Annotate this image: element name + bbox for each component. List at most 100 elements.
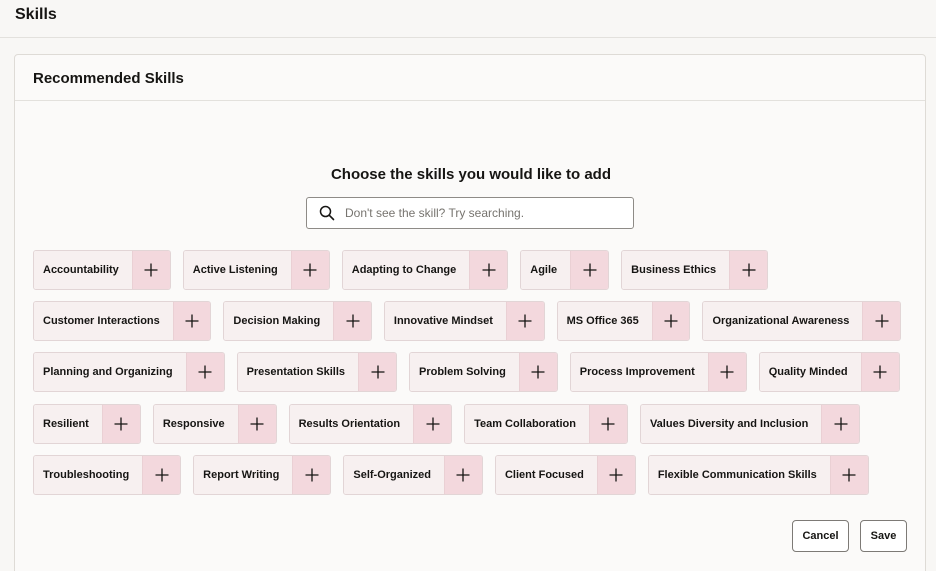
add-skill-button[interactable] [358, 353, 396, 392]
skill-chip: Report Writing [193, 454, 332, 495]
add-skill-button[interactable] [829, 455, 868, 494]
add-skill-button[interactable] [292, 455, 331, 494]
skill-chip-label: Active Listening [183, 251, 291, 289]
card-title: Recommended Skills [33, 70, 184, 87]
add-skill-button[interactable] [651, 302, 690, 341]
skill-chip: Accountability [33, 250, 171, 290]
skill-chip-label: Responsive [153, 404, 238, 443]
add-skill-button[interactable] [707, 353, 746, 392]
skill-chip-label: Values Diversity and Inclusion [640, 404, 822, 443]
skill-chip: Client Focused [494, 454, 636, 495]
skill-chip-label: Adapting to Change [342, 251, 470, 289]
skill-chip-row: Customer Interactions Decision Making Inno… [33, 301, 913, 342]
skill-chip-row: Accountability Active Listening Adapting t… [33, 250, 913, 290]
skill-search-input[interactable] [345, 198, 625, 228]
skill-chip-label: Troubleshooting [34, 455, 143, 494]
plus-icon [250, 417, 264, 431]
plus-icon [531, 365, 545, 379]
plus-icon [456, 468, 470, 482]
cancel-button[interactable]: Cancel [792, 520, 849, 552]
skill-chip-row: Troubleshooting Report Writing Self-Organi… [33, 454, 913, 495]
skill-chip-label: Presentation Skills [237, 353, 358, 392]
plus-icon [114, 417, 128, 431]
skill-chip: Adapting to Change [341, 250, 509, 290]
skill-chip-label: Decision Making [224, 302, 334, 341]
skill-chip-label: Organizational Awareness [703, 302, 863, 341]
skill-chip: Team Collaboration [464, 403, 628, 444]
add-skill-button[interactable] [142, 455, 181, 494]
add-skill-button[interactable] [413, 404, 452, 443]
plus-icon [583, 263, 597, 277]
skill-chip-label: Self-Organized [344, 455, 444, 494]
add-skill-button[interactable] [443, 455, 482, 494]
skill-chip-label: Business Ethics [622, 251, 730, 289]
skill-search-field[interactable] [306, 197, 634, 229]
plus-icon [609, 468, 623, 482]
skill-chip: Resilient [33, 403, 141, 444]
skill-chip: Active Listening [182, 250, 330, 290]
skill-chip: MS Office 365 [556, 301, 691, 342]
skill-chip-label: MS Office 365 [557, 302, 652, 341]
skill-chip-list: Accountability Active Listening Adapting t… [33, 250, 913, 506]
skill-chip: Agile [520, 250, 610, 290]
skill-chip: Problem Solving [409, 352, 558, 393]
skill-chip-label: Resilient [34, 404, 102, 443]
plus-icon [482, 263, 496, 277]
add-skill-button[interactable] [131, 251, 170, 289]
page-title: Skills [15, 6, 57, 23]
add-skill-button[interactable] [172, 302, 211, 341]
add-skill-button[interactable] [505, 302, 544, 341]
search-icon [319, 205, 335, 221]
add-skill-button[interactable] [237, 404, 276, 443]
add-skill-button[interactable] [862, 302, 900, 341]
skill-chip: Quality Minded [758, 352, 900, 393]
skill-chip: Flexible Communication Skills [647, 454, 869, 495]
skill-chip: Customer Interactions [33, 301, 212, 342]
add-skill-button[interactable] [588, 404, 627, 443]
add-skill-button[interactable] [290, 251, 329, 289]
add-skill-button[interactable] [185, 353, 224, 392]
plus-icon [305, 468, 319, 482]
plus-icon [144, 263, 158, 277]
skill-chip: Planning and Organizing [33, 352, 225, 393]
skill-chip-label: Innovative Mindset [384, 302, 506, 341]
skill-chip: Business Ethics [621, 250, 769, 290]
plus-icon [875, 314, 889, 328]
skill-chip-label: Quality Minded [759, 353, 861, 392]
add-skill-button[interactable] [570, 251, 609, 289]
add-skill-button[interactable] [469, 251, 508, 289]
skill-chip-row: Planning and Organizing Presentation Skil… [33, 352, 913, 393]
plus-icon [518, 314, 532, 328]
plus-icon [720, 365, 734, 379]
plus-icon [601, 417, 615, 431]
skill-chip: Self-Organized [343, 454, 483, 495]
add-skill-button[interactable] [101, 404, 140, 443]
skill-chip-label: Report Writing [194, 455, 293, 494]
plus-icon [198, 365, 212, 379]
add-skill-button[interactable] [821, 404, 860, 443]
skill-chip: Organizational Awareness [702, 301, 901, 342]
plus-icon [346, 314, 360, 328]
skill-chip-label: Accountability [34, 251, 132, 289]
plus-icon [371, 365, 384, 379]
recommended-skills-card: Recommended Skills Choose the skills you… [14, 54, 926, 571]
choose-skills-prompt: Choose the skills you would like to add [330, 166, 612, 183]
plus-icon [426, 417, 440, 431]
plus-icon [664, 314, 678, 328]
save-button[interactable]: Save [860, 520, 907, 552]
card-header: Recommended Skills [15, 55, 925, 101]
skill-chip-label: Problem Solving [410, 353, 519, 392]
plus-icon [873, 365, 887, 379]
skill-chip-label: Planning and Organizing [34, 353, 186, 392]
add-skill-button[interactable] [729, 251, 768, 289]
skill-chip: Results Orientation [288, 403, 453, 444]
add-skill-button[interactable] [333, 302, 371, 341]
add-skill-button[interactable] [596, 455, 635, 494]
skill-chip-label: Flexible Communication Skills [648, 455, 830, 494]
add-skill-button[interactable] [518, 353, 557, 392]
skill-chip: Responsive [152, 403, 277, 444]
skill-chip: Presentation Skills [236, 352, 397, 393]
plus-icon [742, 263, 756, 277]
skill-chip: Process Improvement [569, 352, 747, 393]
add-skill-button[interactable] [860, 353, 899, 392]
